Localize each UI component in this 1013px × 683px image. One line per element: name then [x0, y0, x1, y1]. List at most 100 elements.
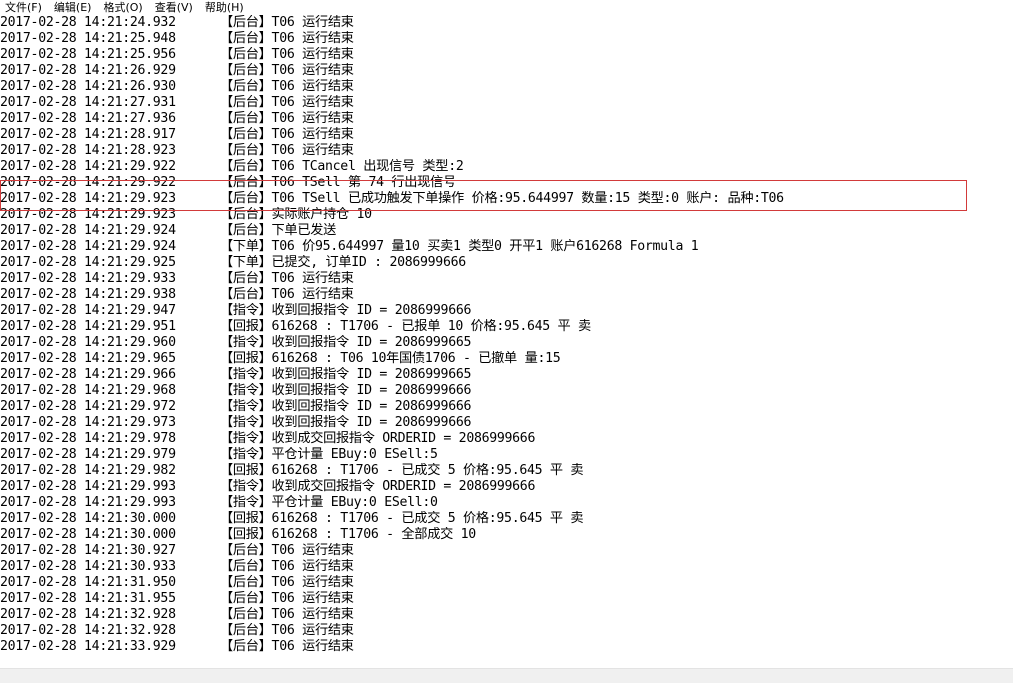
- log-line: 2017-02-28 14:21:30.000 【回报】616268 : T170…: [0, 511, 1013, 527]
- log-timestamp: 2017-02-28 14:21:28.917: [0, 127, 176, 142]
- log-timestamp: 2017-02-28 14:21:29.973: [0, 415, 176, 430]
- log-message: 【指令】收到回报指令 ID = 2086999665: [220, 335, 472, 350]
- log-line: 2017-02-28 14:21:29.968 【指令】收到回报指令 ID = 2…: [0, 383, 1013, 399]
- log-message: 【后台】T06 运行结束: [220, 31, 354, 46]
- log-timestamp: 2017-02-28 14:21:32.928: [0, 623, 176, 638]
- log-line: 2017-02-28 14:21:29.951 【回报】616268 : T170…: [0, 319, 1013, 335]
- log-line: 2017-02-28 14:21:29.924 【下单】T06 价95.64499…: [0, 239, 1013, 255]
- log-message: 【后台】T06 运行结束: [220, 559, 354, 574]
- log-line: 2017-02-28 14:21:29.960 【指令】收到回报指令 ID = 2…: [0, 335, 1013, 351]
- log-line: 2017-02-28 14:21:29.993 【指令】平仓计量 EBuy:0 E…: [0, 495, 1013, 511]
- log-timestamp: 2017-02-28 14:21:25.948: [0, 31, 176, 46]
- log-message: 【后台】T06 运行结束: [220, 287, 354, 302]
- log-message: 【后台】实际账户持仓 10: [220, 207, 372, 222]
- log-timestamp: 2017-02-28 14:21:32.928: [0, 607, 176, 622]
- log-timestamp: 2017-02-28 14:21:29.979: [0, 447, 176, 462]
- log-line: 2017-02-28 14:21:32.928 【后台】T06 运行结束: [0, 607, 1013, 623]
- log-message: 【后台】T06 运行结束: [220, 623, 354, 638]
- menu-help[interactable]: 帮助(H): [199, 0, 250, 15]
- log-line: 2017-02-28 14:21:29.923 【后台】T06 TSell 已成功…: [0, 191, 1013, 207]
- horizontal-scrollbar[interactable]: [0, 668, 1013, 683]
- log-message: 【后台】T06 运行结束: [220, 111, 354, 126]
- log-message: 【指令】收到回报指令 ID = 2086999666: [220, 399, 472, 414]
- log-timestamp: 2017-02-28 14:21:29.922: [0, 175, 176, 190]
- log-message: 【指令】收到回报指令 ID = 2086999665: [220, 367, 472, 382]
- log-timestamp: 2017-02-28 14:21:29.978: [0, 431, 176, 446]
- log-timestamp: 2017-02-28 14:21:33.929: [0, 639, 176, 654]
- log-timestamp: 2017-02-28 14:21:27.936: [0, 111, 176, 126]
- log-timestamp: 2017-02-28 14:21:26.929: [0, 63, 176, 78]
- log-message: 【后台】T06 运行结束: [220, 543, 354, 558]
- log-timestamp: 2017-02-28 14:21:30.933: [0, 559, 176, 574]
- log-timestamp: 2017-02-28 14:21:29.966: [0, 367, 176, 382]
- log-timestamp: 2017-02-28 14:21:29.924: [0, 239, 176, 254]
- log-timestamp: 2017-02-28 14:21:25.956: [0, 47, 176, 62]
- log-timestamp: 2017-02-28 14:21:29.922: [0, 159, 176, 174]
- log-timestamp: 2017-02-28 14:21:29.968: [0, 383, 176, 398]
- log-message: 【后台】T06 运行结束: [220, 575, 354, 590]
- log-line: 2017-02-28 14:21:29.925 【下单】已提交, 订单ID : 2…: [0, 255, 1013, 271]
- log-message: 【后台】T06 运行结束: [220, 47, 354, 62]
- log-line: 2017-02-28 14:21:25.948 【后台】T06 运行结束: [0, 31, 1013, 47]
- menu-format[interactable]: 格式(O): [97, 0, 148, 15]
- log-message: 【后台】T06 运行结束: [220, 15, 354, 30]
- log-line: 2017-02-28 14:21:30.933 【后台】T06 运行结束: [0, 559, 1013, 575]
- log-timestamp: 2017-02-28 14:21:29.982: [0, 463, 176, 478]
- log-message: 【指令】平仓计量 EBuy:0 ESell:0: [220, 495, 438, 510]
- log-line: 2017-02-28 14:21:29.924 【后台】下单已发送: [0, 223, 1013, 239]
- log-timestamp: 2017-02-28 14:21:29.925: [0, 255, 176, 270]
- log-text-area[interactable]: 2017-02-28 14:21:24.932 【后台】T06 运行结束 2017-…: [0, 15, 1013, 668]
- log-line: 2017-02-28 14:21:26.930 【后台】T06 运行结束: [0, 79, 1013, 95]
- log-line: 2017-02-28 14:21:29.972 【指令】收到回报指令 ID = 2…: [0, 399, 1013, 415]
- log-message: 【后台】T06 运行结束: [220, 271, 354, 286]
- log-line: 2017-02-28 14:21:29.938 【后台】T06 运行结束: [0, 287, 1013, 303]
- log-timestamp: 2017-02-28 14:21:29.947: [0, 303, 176, 318]
- log-line: 2017-02-28 14:21:29.982 【回报】616268 : T170…: [0, 463, 1013, 479]
- log-timestamp: 2017-02-28 14:21:29.924: [0, 223, 176, 238]
- log-line: 2017-02-28 14:21:29.965 【回报】616268 : T06 …: [0, 351, 1013, 367]
- log-line: 2017-02-28 14:21:33.929 【后台】T06 运行结束: [0, 639, 1013, 655]
- log-message: 【后台】T06 运行结束: [220, 95, 354, 110]
- log-line: 2017-02-28 14:21:32.928 【后台】T06 运行结束: [0, 623, 1013, 639]
- log-timestamp: 2017-02-28 14:21:28.923: [0, 143, 176, 158]
- log-line: 2017-02-28 14:21:27.931 【后台】T06 运行结束: [0, 95, 1013, 111]
- log-timestamp: 2017-02-28 14:21:30.000: [0, 527, 176, 542]
- log-line: 2017-02-28 14:21:31.950 【后台】T06 运行结束: [0, 575, 1013, 591]
- log-line: 2017-02-28 14:21:29.978 【指令】收到成交回报指令 ORDE…: [0, 431, 1013, 447]
- log-message: 【后台】T06 TSell 已成功触发下单操作 价格:95.644997 数量:…: [220, 191, 784, 206]
- log-timestamp: 2017-02-28 14:21:31.955: [0, 591, 176, 606]
- log-line: 2017-02-28 14:21:29.922 【后台】T06 TCancel 出…: [0, 159, 1013, 175]
- log-line: 2017-02-28 14:21:29.966 【指令】收到回报指令 ID = 2…: [0, 367, 1013, 383]
- log-timestamp: 2017-02-28 14:21:29.993: [0, 479, 176, 494]
- menu-view[interactable]: 查看(V): [149, 0, 199, 15]
- log-message: 【指令】收到成交回报指令 ORDERID = 2086999666: [220, 431, 536, 446]
- log-line: 2017-02-28 14:21:25.956 【后台】T06 运行结束: [0, 47, 1013, 63]
- menu-file[interactable]: 文件(F): [0, 0, 48, 15]
- log-message: 【后台】T06 TSell 第 74 行出现信号: [220, 175, 456, 190]
- log-timestamp: 2017-02-28 14:21:29.965: [0, 351, 176, 366]
- log-timestamp: 2017-02-28 14:21:29.993: [0, 495, 176, 510]
- menu-edit[interactable]: 编辑(E): [48, 0, 98, 15]
- log-timestamp: 2017-02-28 14:21:31.950: [0, 575, 176, 590]
- log-timestamp: 2017-02-28 14:21:26.930: [0, 79, 176, 94]
- log-message: 【后台】T06 运行结束: [220, 143, 354, 158]
- log-timestamp: 2017-02-28 14:21:29.938: [0, 287, 176, 302]
- log-message: 【指令】收到回报指令 ID = 2086999666: [220, 303, 472, 318]
- log-line: 2017-02-28 14:21:29.933 【后台】T06 运行结束: [0, 271, 1013, 287]
- log-message: 【指令】收到回报指令 ID = 2086999666: [220, 415, 472, 430]
- log-message: 【后台】T06 运行结束: [220, 639, 354, 654]
- log-timestamp: 2017-02-28 14:21:24.932: [0, 15, 176, 30]
- log-message: 【下单】已提交, 订单ID : 2086999666: [220, 255, 466, 270]
- log-line: 2017-02-28 14:21:29.993 【指令】收到成交回报指令 ORDE…: [0, 479, 1013, 495]
- log-message: 【回报】616268 : T1706 - 已报单 10 价格:95.645 平 …: [220, 319, 591, 334]
- log-message: 【后台】T06 运行结束: [220, 127, 354, 142]
- log-timestamp: 2017-02-28 14:21:29.951: [0, 319, 176, 334]
- log-timestamp: 2017-02-28 14:21:29.933: [0, 271, 176, 286]
- log-message: 【后台】T06 TCancel 出现信号 类型:2: [220, 159, 464, 174]
- log-message: 【回报】616268 : T1706 - 已成交 5 价格:95.645 平 卖: [220, 463, 584, 478]
- log-message: 【后台】T06 运行结束: [220, 79, 354, 94]
- log-line: 2017-02-28 14:21:31.955 【后台】T06 运行结束: [0, 591, 1013, 607]
- log-message: 【后台】T06 运行结束: [220, 607, 354, 622]
- menu-bar: 文件(F) 编辑(E) 格式(O) 查看(V) 帮助(H): [0, 0, 1013, 15]
- log-timestamp: 2017-02-28 14:21:29.923: [0, 191, 176, 206]
